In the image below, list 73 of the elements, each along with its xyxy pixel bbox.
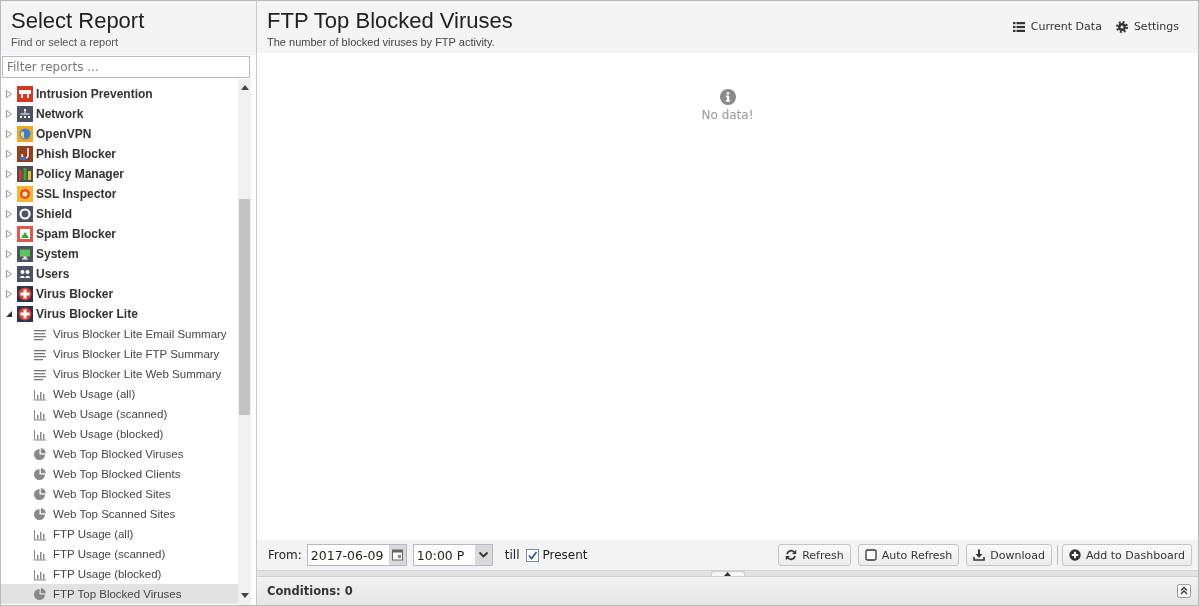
tree-item[interactable]: FTP Usage (blocked): [1, 564, 238, 584]
tree-item[interactable]: System: [1, 244, 238, 264]
tree-item[interactable]: Virus Blocker: [1, 284, 238, 304]
tree-item[interactable]: Virus Blocker Lite Email Summary: [1, 324, 238, 344]
download-icon: [973, 549, 986, 561]
empty-message: No data!: [701, 108, 754, 122]
list-icon: [1012, 20, 1025, 33]
bar-chart-icon: [33, 407, 47, 421]
report-subtitle: The number of blocked viruses by FTP activity.: [267, 35, 496, 49]
bar-chart-icon: [33, 427, 47, 441]
tree-item[interactable]: FTP Top Blocked Viruses: [1, 584, 238, 604]
lines-icon: [33, 347, 47, 361]
scroll-up-arrow-icon[interactable]: [240, 85, 249, 90]
tree-item[interactable]: FTP Usage (scanned): [1, 544, 238, 564]
tree-item[interactable]: OpenVPN: [1, 124, 238, 144]
refresh-icon: [785, 549, 798, 561]
scrollbar-thumb[interactable]: [239, 199, 250, 415]
filter-field[interactable]: Filter reports ...: [2, 56, 250, 78]
settings-button[interactable]: Settings: [1115, 20, 1179, 33]
bar-chart-icon: [33, 547, 47, 561]
settings-icon: [1115, 20, 1128, 33]
tree-item[interactable]: SSL Inspector: [1, 184, 238, 204]
present-label[interactable]: Present: [542, 548, 588, 562]
time-field[interactable]: 10:00 P: [412, 544, 493, 566]
pie-chart-icon: [33, 447, 47, 461]
current-data-button[interactable]: Current Data: [1012, 20, 1102, 33]
bar-chart-icon: [33, 567, 47, 581]
tree-item[interactable]: Virus Blocker Lite FTP Summary: [1, 344, 238, 364]
lines-icon: [33, 367, 47, 381]
present-checkbox[interactable]: [525, 548, 539, 562]
tree-item[interactable]: Virus Blocker Lite: [1, 304, 238, 324]
pie-chart-icon: [33, 487, 47, 501]
refresh-button[interactable]: Refresh: [778, 544, 851, 566]
tree-item[interactable]: Intrusion Prevention: [1, 84, 238, 104]
expand-arrow-icon[interactable]: [5, 310, 13, 318]
pie-chart-icon: [33, 467, 47, 481]
tree-item[interactable]: Web Top Blocked Clients: [1, 464, 238, 484]
tree-item[interactable]: Web Top Blocked Viruses: [1, 444, 238, 464]
scroll-down-arrow-icon[interactable]: [240, 593, 249, 598]
lines-icon: [33, 327, 47, 341]
bar-chart-icon: [33, 527, 47, 541]
calendar-icon[interactable]: [388, 545, 406, 565]
pie-chart-icon: [33, 507, 47, 521]
tree-item[interactable]: Web Usage (blocked): [1, 424, 238, 444]
sidebar-title: Select Report: [11, 7, 146, 35]
tree-item[interactable]: Users: [1, 264, 238, 284]
tree-item[interactable]: Phish Blocker: [1, 144, 238, 164]
download-button[interactable]: Download: [966, 544, 1052, 566]
scrollbar[interactable]: [238, 79, 251, 605]
tree-item[interactable]: Web Usage (all): [1, 384, 238, 404]
tree-item[interactable]: Virus Blocker Lite Web Summary: [1, 364, 238, 384]
report-title: FTP Top Blocked Viruses: [267, 7, 513, 35]
tree-item[interactable]: Policy Manager: [1, 164, 238, 184]
auto-refresh-button[interactable]: Auto Refresh: [857, 544, 960, 566]
pie-chart-icon: [33, 587, 47, 601]
tree-item[interactable]: Web Usage (scanned): [1, 404, 238, 424]
conditions-label: Conditions: 0: [267, 584, 353, 598]
add-to-dashboard-button[interactable]: Add to Dashboard: [1062, 544, 1192, 566]
caret-down-icon[interactable]: [474, 545, 492, 565]
expand-button-icon[interactable]: [1177, 584, 1191, 598]
tree-item[interactable]: Spam Blocker: [1, 224, 238, 244]
plus-circle-icon: [1069, 549, 1081, 561]
date-field[interactable]: 2017-06-09: [306, 544, 407, 566]
tree-item[interactable]: Web Top Scanned Sites: [1, 504, 238, 524]
tree-item[interactable]: FTP Usage (all): [1, 524, 238, 544]
info-icon: [719, 89, 736, 105]
from-label: From:: [268, 548, 302, 562]
tree-item[interactable]: Web Top Blocked Sites: [1, 484, 238, 504]
tree-item[interactable]: Shield: [1, 204, 238, 224]
till-label: till: [504, 548, 520, 562]
sidebar-subtitle: Find or select a report: [11, 35, 119, 49]
tree-item[interactable]: Network: [1, 104, 238, 124]
bar-chart-icon: [33, 387, 47, 401]
